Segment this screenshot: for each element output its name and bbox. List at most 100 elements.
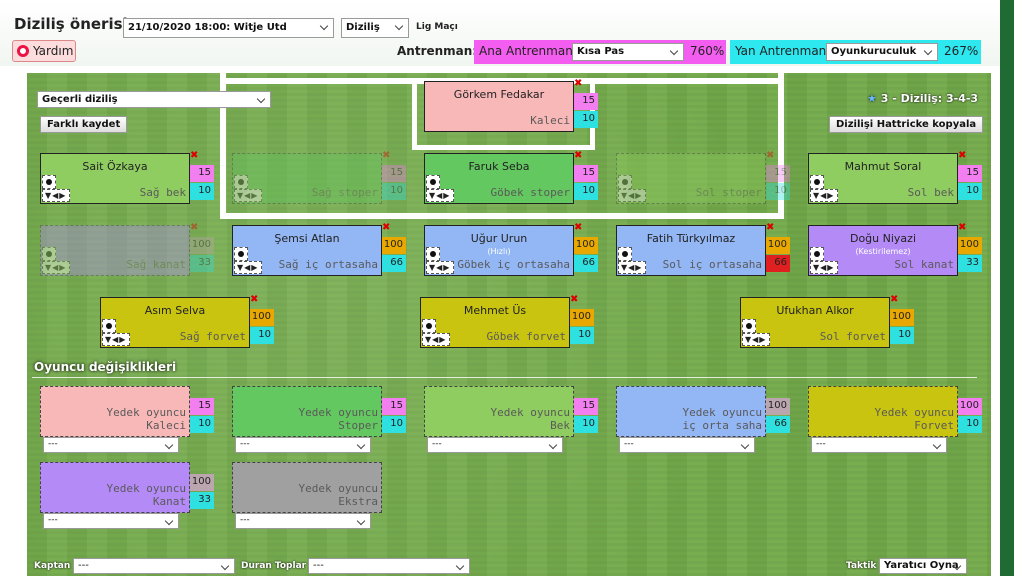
remove-icon[interactable]: ✖ — [766, 222, 774, 233]
player-card[interactable]: Uğur Urun (Hızlı) Göbek iç ortasaha ▼◀▶ — [424, 225, 574, 276]
sub-select[interactable]: --- — [43, 437, 179, 453]
help-button[interactable]: Yardım — [12, 40, 76, 62]
player-card[interactable]: Ufukhan Alkor Sol forvet ▼◀▶ — [740, 297, 890, 348]
lineup-select[interactable]: Geçerli diziliş — [37, 91, 271, 108]
player-name: Faruk Seba — [468, 160, 530, 173]
order-arrows-icon[interactable]: ▼◀▶ — [618, 189, 646, 202]
player-order-controls[interactable]: ▼◀▶ — [233, 175, 265, 203]
sub-card[interactable]: Yedek oyuncu Kaleci — [40, 386, 190, 437]
match-select[interactable]: 21/10/2020 18:00: Witje Utd — [123, 18, 334, 38]
sub-label: Yedek oyuncu — [490, 406, 570, 419]
remove-icon[interactable]: ✖ — [250, 294, 258, 305]
player-card[interactable]: Görkem Fedakar Kaleci — [424, 81, 574, 132]
order-dot-icon[interactable] — [42, 175, 56, 189]
order-dot-icon[interactable] — [102, 319, 116, 333]
player-card[interactable]: Sait Özkaya Sağ bek ▼◀▶ — [40, 153, 190, 204]
player-card[interactable]: Asım Selva Sağ forvet ▼◀▶ — [100, 297, 250, 348]
player-order-controls[interactable]: ▼◀▶ — [41, 175, 73, 203]
player-order-controls[interactable]: ▼◀▶ — [741, 319, 773, 347]
copy-to-hattrick-button[interactable]: Dizilişi Hattricke kopyala — [829, 116, 984, 133]
player-card[interactable]: Mehmet Üs Göbek forvet ▼◀▶ — [420, 297, 570, 348]
player-order-controls[interactable]: ▼◀▶ — [809, 175, 841, 203]
player-card[interactable]: Sağ stoper ▼◀▶ — [232, 153, 382, 204]
player-order-controls[interactable]: ▼◀▶ — [101, 319, 133, 347]
player-card[interactable]: Sağ kanat ▼◀▶ — [40, 225, 190, 276]
remove-icon[interactable]: ✖ — [382, 150, 390, 161]
order-dot-icon[interactable] — [618, 175, 632, 189]
player-order-controls[interactable]: ▼◀▶ — [421, 319, 453, 347]
order-arrows-icon[interactable]: ▼◀▶ — [810, 261, 838, 274]
player-slot-rcd: Sağ stoper ▼◀▶ ✖ 15 10 — [232, 150, 412, 205]
order-arrows-icon[interactable]: ▼◀▶ — [742, 333, 770, 346]
order-dot-icon[interactable] — [618, 247, 632, 261]
player-order-controls[interactable]: ▼◀▶ — [425, 175, 457, 203]
sub-select[interactable]: --- — [427, 437, 563, 453]
order-arrows-icon[interactable]: ▼◀▶ — [102, 333, 130, 346]
sub-select[interactable]: --- — [43, 513, 179, 529]
sub-select-value: --- — [240, 515, 250, 525]
order-dot-icon[interactable] — [42, 247, 56, 261]
view-select[interactable]: Diziliş — [341, 18, 409, 38]
player-card[interactable]: Faruk Seba Göbek stoper ▼◀▶ — [424, 153, 574, 204]
sub-card[interactable]: Yedek oyuncu Forvet — [808, 386, 958, 437]
order-dot-icon[interactable] — [422, 319, 436, 333]
chevron-down-icon — [256, 95, 266, 105]
order-dot-icon[interactable] — [426, 175, 440, 189]
player-card[interactable]: Doğu Niyazi (Kestirilemez) Sol kanat ▼◀▶ — [808, 225, 958, 276]
order-dot-icon[interactable] — [810, 175, 824, 189]
order-arrows-icon[interactable]: ▼◀▶ — [426, 189, 454, 202]
remove-icon[interactable]: ✖ — [958, 150, 966, 161]
player-order-controls[interactable]: ▼◀▶ — [233, 247, 265, 275]
remove-icon[interactable]: ✖ — [766, 150, 774, 161]
order-arrows-icon[interactable]: ▼◀▶ — [234, 261, 262, 274]
order-arrows-icon[interactable]: ▼◀▶ — [810, 189, 838, 202]
sub-card[interactable]: Yedek oyuncu Stoper — [232, 386, 382, 437]
player-order-controls[interactable]: ▼◀▶ — [41, 247, 73, 275]
remove-icon[interactable]: ✖ — [574, 78, 582, 89]
order-arrows-icon[interactable]: ▼◀▶ — [234, 189, 262, 202]
stat-top: 15 — [190, 398, 214, 415]
remove-icon[interactable]: ✖ — [382, 222, 390, 233]
remove-icon[interactable]: ✖ — [890, 294, 898, 305]
player-order-controls[interactable]: ▼◀▶ — [617, 247, 649, 275]
player-slot-rim: Şemsi Atlan Sağ iç ortasaha ▼◀▶ ✖ 100 66 — [232, 222, 412, 277]
sub-card[interactable]: Yedek oyuncu Ekstra — [232, 462, 382, 513]
sub-card[interactable]: Yedek oyuncu iç orta saha — [616, 386, 766, 437]
player-card[interactable]: Şemsi Atlan Sağ iç ortasaha ▼◀▶ — [232, 225, 382, 276]
chevron-down-icon — [923, 47, 933, 57]
order-arrows-icon[interactable]: ▼◀▶ — [618, 261, 646, 274]
player-order-controls[interactable]: ▼◀▶ — [425, 247, 457, 275]
order-dot-icon[interactable] — [426, 247, 440, 261]
remove-icon[interactable]: ✖ — [958, 222, 966, 233]
remove-icon[interactable]: ✖ — [574, 222, 582, 233]
player-card[interactable]: Fatih Türkyılmaz Sol iç ortasaha ▼◀▶ — [616, 225, 766, 276]
sub-select[interactable]: --- — [235, 513, 371, 529]
tactic-select[interactable]: Yaratıcı Oyna — [879, 558, 967, 574]
sub-card[interactable]: Yedek oyuncu Kanat — [40, 462, 190, 513]
order-arrows-icon[interactable]: ▼◀▶ — [42, 261, 70, 274]
order-dot-icon[interactable] — [810, 247, 824, 261]
captain-select[interactable]: --- — [73, 558, 235, 574]
player-order-controls[interactable]: ▼◀▶ — [809, 247, 841, 275]
remove-icon[interactable]: ✖ — [574, 150, 582, 161]
side-training-select[interactable]: Oyunkuruculuk — [826, 43, 938, 61]
sub-card[interactable]: Yedek oyuncu Bek — [424, 386, 574, 437]
player-order-controls[interactable]: ▼◀▶ — [617, 175, 649, 203]
sub-select[interactable]: --- — [619, 437, 755, 453]
remove-icon[interactable]: ✖ — [570, 294, 578, 305]
remove-icon[interactable]: ✖ — [190, 150, 198, 161]
order-dot-icon[interactable] — [234, 175, 248, 189]
order-arrows-icon[interactable]: ▼◀▶ — [422, 333, 450, 346]
main-training-select[interactable]: Kısa Pas — [572, 43, 684, 61]
player-card[interactable]: Mahmut Soral Sol bek ▼◀▶ — [808, 153, 958, 204]
save-as-button[interactable]: Farklı kaydet — [40, 116, 128, 133]
order-dot-icon[interactable] — [742, 319, 756, 333]
order-dot-icon[interactable] — [234, 247, 248, 261]
sub-select[interactable]: --- — [811, 437, 947, 453]
order-arrows-icon[interactable]: ▼◀▶ — [426, 261, 454, 274]
remove-icon[interactable]: ✖ — [190, 222, 198, 233]
sub-select[interactable]: --- — [235, 437, 371, 453]
order-arrows-icon[interactable]: ▼◀▶ — [42, 189, 70, 202]
player-card[interactable]: Sol stoper ▼◀▶ — [616, 153, 766, 204]
setpieces-select[interactable]: --- — [308, 558, 470, 574]
